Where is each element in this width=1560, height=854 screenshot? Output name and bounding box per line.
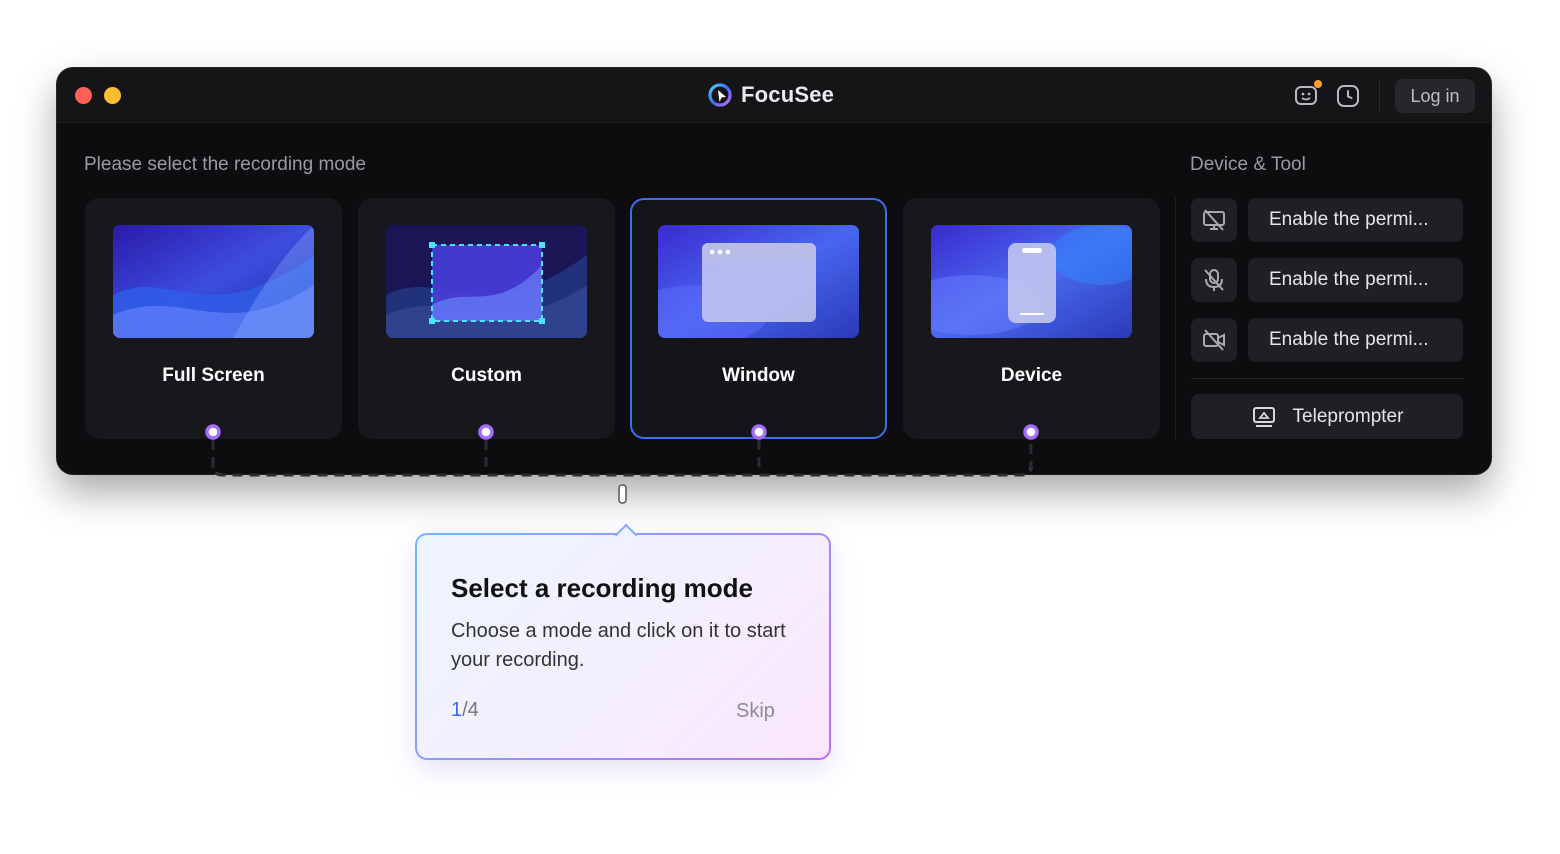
onboarding-tooltip-body: Select a recording mode Choose a mode an… [417, 523, 829, 758]
tooltip-title: Select a recording mode [451, 573, 753, 603]
tooltip-step-counter: 1/4 [451, 699, 479, 722]
onboarding-tooltip: Select a recording mode Choose a mode an… [415, 523, 831, 760]
skip-button[interactable]: Skip [736, 700, 775, 723]
tooltip-step-current: 1 [451, 699, 463, 721]
tooltip-description: Choose a mode and click on it to start y… [451, 620, 786, 671]
tooltip-step-total: /4 [462, 699, 479, 721]
